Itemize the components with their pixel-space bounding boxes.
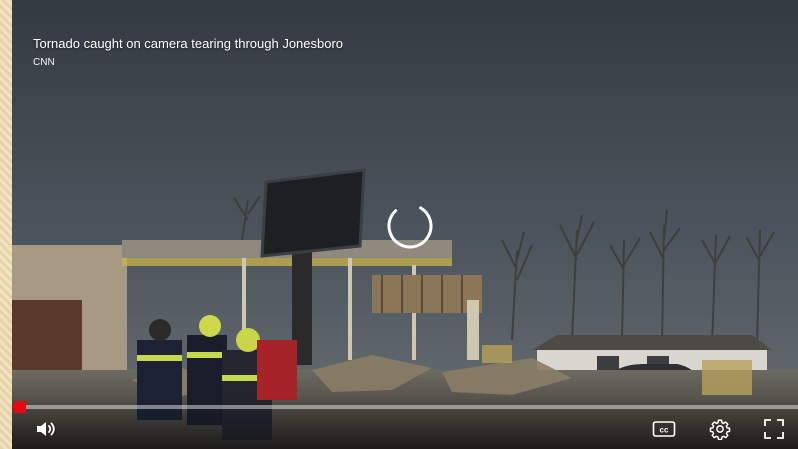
video-player[interactable]: Tornado caught on camera tearing through…	[12, 0, 798, 449]
fullscreen-icon	[764, 419, 784, 439]
captions-button[interactable]: cc	[649, 414, 679, 444]
settings-button[interactable]	[705, 414, 735, 444]
scrub-handle[interactable]	[13, 401, 26, 413]
control-bar: cc	[12, 396, 798, 449]
video-source: CNN	[33, 57, 55, 68]
volume-button[interactable]	[32, 414, 62, 444]
fullscreen-button[interactable]	[759, 414, 789, 444]
progress-bar[interactable]	[12, 401, 798, 413]
loading-spinner-icon	[387, 203, 433, 249]
video-caption: Tornado caught on camera tearing through…	[33, 36, 343, 70]
volume-icon	[37, 422, 55, 436]
cc-icon: cc	[652, 421, 676, 437]
video-title: Tornado caught on camera tearing through…	[33, 36, 344, 51]
gear-icon	[709, 419, 731, 440]
cc-label: cc	[660, 426, 669, 435]
